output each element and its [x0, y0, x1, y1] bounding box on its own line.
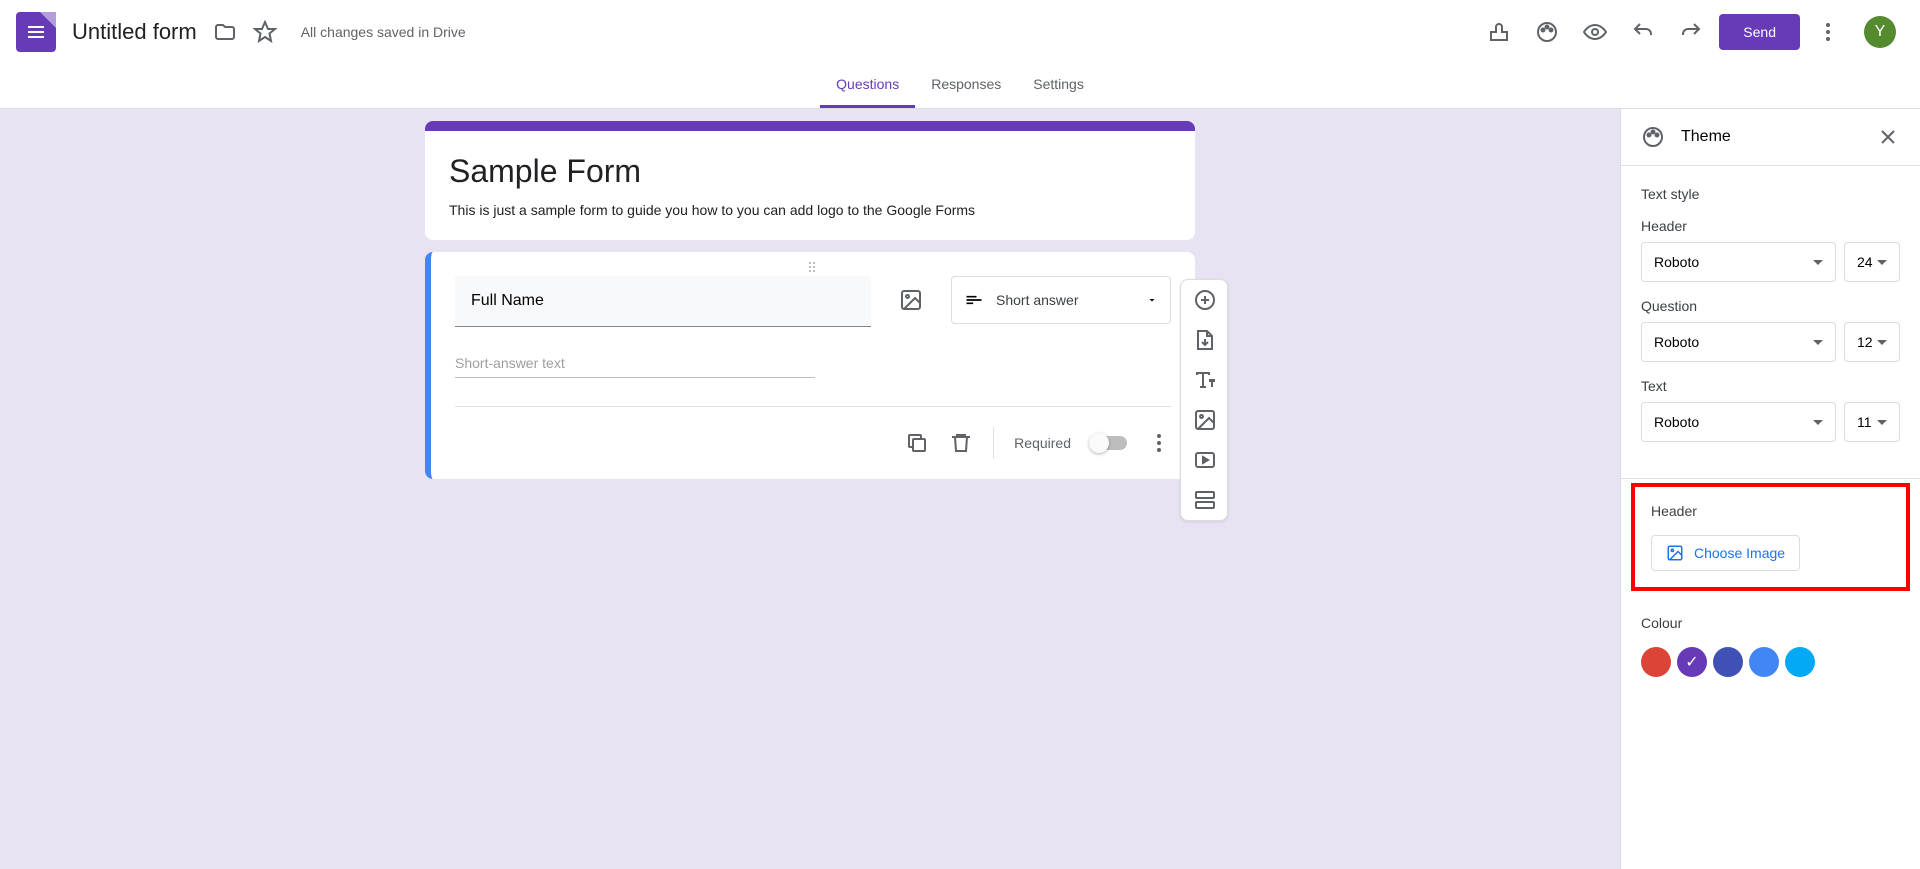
required-label: Required	[1014, 435, 1071, 451]
text-style-label: Text style	[1641, 186, 1900, 202]
floating-toolbar	[1180, 279, 1228, 521]
add-image-tb-icon[interactable]	[1181, 400, 1229, 440]
tab-responses[interactable]: Responses	[915, 64, 1017, 108]
question-type-select[interactable]: Short answer	[951, 276, 1171, 324]
add-title-icon[interactable]	[1181, 360, 1229, 400]
text-size-select[interactable]: 11	[1844, 402, 1900, 442]
add-section-icon[interactable]	[1181, 480, 1229, 520]
preview-icon[interactable]	[1575, 12, 1615, 52]
color-swatch[interactable]	[1641, 647, 1671, 677]
text-font-select[interactable]: Roboto	[1641, 402, 1836, 442]
text-font-label: Text	[1641, 378, 1900, 394]
question-font-label: Question	[1641, 298, 1900, 314]
header-image-label: Header	[1651, 503, 1890, 519]
tab-settings[interactable]: Settings	[1017, 64, 1100, 108]
avatar[interactable]: Y	[1864, 16, 1896, 48]
tab-questions[interactable]: Questions	[820, 64, 915, 108]
question-more-icon[interactable]	[1147, 431, 1171, 455]
duplicate-icon[interactable]	[905, 431, 929, 455]
add-video-icon[interactable]	[1181, 440, 1229, 480]
question-card[interactable]: ⠿ Short answer Short-answer text	[425, 252, 1195, 479]
form-header-card[interactable]: Sample Form This is just a sample form t…	[425, 121, 1195, 240]
redo-icon[interactable]	[1671, 12, 1711, 52]
save-status: All changes saved in Drive	[301, 24, 466, 40]
header-font-select[interactable]: Roboto	[1641, 242, 1836, 282]
header-font-label: Header	[1641, 218, 1900, 234]
form-description[interactable]: This is just a sample form to guide you …	[449, 202, 1171, 218]
palette-icon[interactable]	[1527, 12, 1567, 52]
color-swatch[interactable]	[1785, 647, 1815, 677]
add-image-icon[interactable]	[887, 276, 935, 324]
send-button[interactable]: Send	[1719, 14, 1800, 50]
colour-label: Colour	[1641, 615, 1900, 631]
undo-icon[interactable]	[1623, 12, 1663, 52]
question-title-input[interactable]	[455, 276, 871, 327]
color-swatch[interactable]	[1749, 647, 1779, 677]
move-folder-icon[interactable]	[205, 12, 245, 52]
header-size-select[interactable]: 24	[1844, 242, 1900, 282]
form-title[interactable]: Sample Form	[449, 153, 1171, 190]
header-image-section: Header Choose Image	[1631, 483, 1910, 591]
drag-handle-icon[interactable]: ⠿	[807, 260, 819, 277]
addons-icon[interactable]	[1479, 12, 1519, 52]
theme-palette-icon	[1641, 125, 1665, 149]
delete-icon[interactable]	[949, 431, 973, 455]
close-icon[interactable]	[1876, 125, 1900, 149]
question-type-label: Short answer	[996, 292, 1134, 308]
more-icon[interactable]	[1808, 12, 1848, 52]
color-swatch[interactable]: ✓	[1677, 647, 1707, 677]
theme-title: Theme	[1681, 128, 1860, 146]
choose-image-label: Choose Image	[1694, 545, 1785, 561]
question-font-select[interactable]: Roboto	[1641, 322, 1836, 362]
short-answer-placeholder: Short-answer text	[455, 355, 815, 378]
theme-panel: Theme Text style Header Roboto 24 Questi…	[1620, 109, 1920, 869]
footer-divider	[993, 427, 994, 459]
choose-image-button[interactable]: Choose Image	[1651, 535, 1800, 571]
forms-logo[interactable]	[16, 12, 56, 52]
color-swatch[interactable]	[1713, 647, 1743, 677]
required-toggle[interactable]	[1091, 436, 1127, 450]
add-question-icon[interactable]	[1181, 280, 1229, 320]
import-question-icon[interactable]	[1181, 320, 1229, 360]
form-name[interactable]: Untitled form	[72, 19, 197, 45]
star-icon[interactable]	[245, 12, 285, 52]
question-size-select[interactable]: 12	[1844, 322, 1900, 362]
